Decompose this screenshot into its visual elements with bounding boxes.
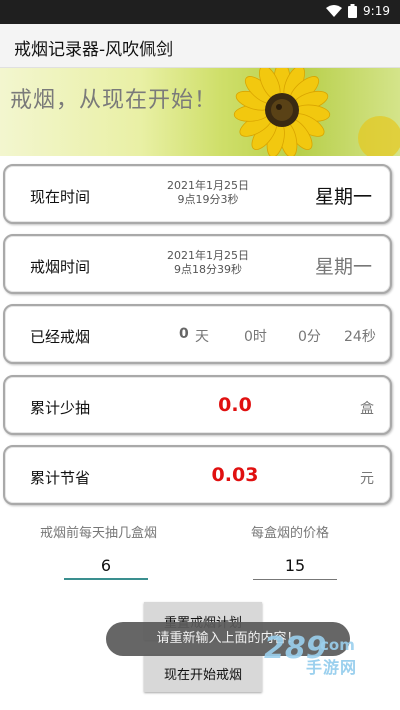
pack-price-label: 每盒烟的价格: [251, 526, 330, 541]
current-weekday: 星期一: [314, 186, 372, 208]
elapsed-hours: 0时: [244, 329, 267, 345]
elapsed-minutes: 0分: [298, 329, 321, 345]
quit-datetime: 2021年1月25日 9点18分39秒: [153, 249, 263, 277]
banner-slogan: 戒烟，从现在开始！: [10, 88, 218, 113]
elapsed-card: 已经戒烟 0 天 0时 0分 24秒: [3, 304, 392, 364]
current-datetime: 2021年1月25日 9点19分3秒: [153, 179, 263, 207]
quit-clock: 9点18分39秒: [174, 263, 242, 276]
elapsed-days-value: 0: [179, 326, 189, 342]
reduced-value: 0.0: [218, 394, 252, 416]
quit-time-card: 戒烟时间 2021年1月25日 9点18分39秒 星期一: [3, 234, 392, 294]
current-date: 2021年1月25日: [167, 179, 249, 192]
saved-card: 累计节省 0.03 元: [3, 445, 392, 505]
saved-label: 累计节省: [30, 469, 91, 487]
current-time-label: 现在时间: [30, 188, 91, 206]
elapsed-label: 已经戒烟: [30, 328, 91, 346]
elapsed-days-unit: 天: [195, 329, 209, 345]
reduced-card: 累计少抽 0.0 盒: [3, 375, 392, 435]
reduced-label: 累计少抽: [30, 399, 91, 417]
daily-packs-input[interactable]: [64, 552, 148, 580]
reduced-unit: 盒: [360, 401, 374, 417]
svg-text:com: com: [320, 636, 355, 654]
daily-packs-label: 戒烟前每天抽几盒烟: [40, 526, 158, 541]
wifi-icon: [326, 5, 343, 17]
app-bar: 戒烟记录器-风吹佩剑: [0, 24, 400, 68]
saved-unit: 元: [360, 471, 374, 487]
banner: 戒烟，从现在开始！: [0, 68, 400, 156]
start-quitting-button[interactable]: 现在开始戒烟: [144, 654, 262, 692]
battery-icon: [348, 4, 358, 18]
status-time: 9:19: [363, 4, 390, 18]
pack-price-input[interactable]: [253, 552, 337, 580]
current-clock: 9点19分3秒: [177, 193, 239, 206]
quit-weekday: 星期一: [314, 256, 372, 278]
elapsed-seconds: 24秒: [344, 329, 376, 345]
quit-time-label: 戒烟时间: [30, 258, 91, 276]
app-title: 戒烟记录器-风吹佩剑: [14, 40, 174, 60]
watermark-text: 手游网: [306, 658, 358, 677]
current-time-card: 现在时间 2021年1月25日 9点19分3秒 星期一: [3, 164, 392, 224]
saved-value: 0.03: [211, 464, 259, 486]
quit-date: 2021年1月25日: [167, 249, 249, 262]
watermark-logo: 289 com 手游网: [262, 628, 382, 677]
status-bar: 9:19: [0, 0, 400, 24]
